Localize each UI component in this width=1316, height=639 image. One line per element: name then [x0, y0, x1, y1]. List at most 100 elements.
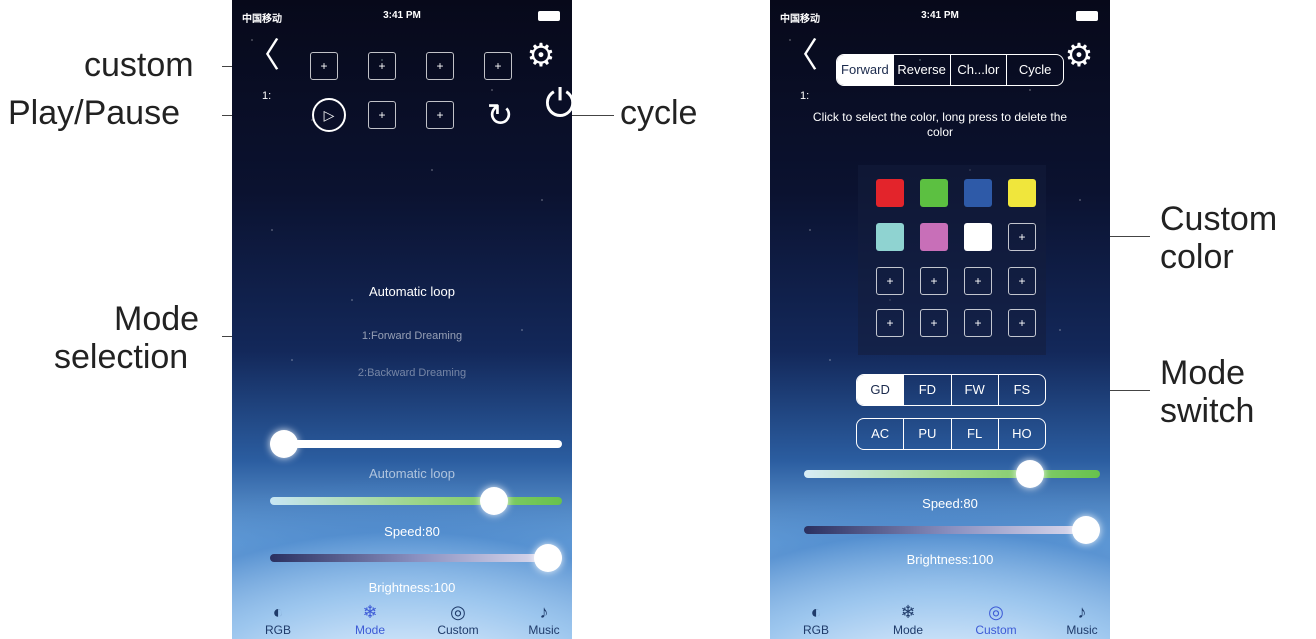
- cycle-icon[interactable]: ↻: [482, 97, 518, 133]
- callout-mode-selection-2: selection: [54, 338, 189, 376]
- mode-pu-button[interactable]: PU: [904, 419, 952, 449]
- color-swatch-blue[interactable]: [964, 179, 992, 207]
- mode-ac-button[interactable]: AC: [857, 419, 905, 449]
- tab-bar: ◐ RGB ❄ Mode ◎ Custom ♪ Music: [232, 595, 572, 639]
- tab-music[interactable]: ♪ Music: [514, 601, 572, 637]
- tab-mode-label: Mode: [354, 623, 386, 637]
- tab-custom[interactable]: ◎ Custom: [428, 601, 488, 637]
- tab-music[interactable]: ♪ Music: [1052, 601, 1110, 637]
- mode-fd-button[interactable]: FD: [904, 375, 952, 405]
- battery-icon: [538, 11, 560, 21]
- status-time: 3:41 PM: [383, 10, 421, 21]
- tab-change-color[interactable]: Ch...lor: [951, 55, 1008, 85]
- snowflake-icon: ❄: [900, 602, 916, 622]
- add-color-slot[interactable]: +: [964, 309, 992, 337]
- brightness-label: Brightness:100: [368, 580, 456, 595]
- callout-custom-color-2: color: [1160, 238, 1234, 276]
- color-hint-text: Click to select the color, long press to…: [812, 110, 1068, 139]
- custom-slot-6[interactable]: +: [426, 101, 454, 129]
- tab-forward[interactable]: Forward: [837, 55, 894, 85]
- add-color-slot[interactable]: +: [876, 309, 904, 337]
- callout-mode-switch-1: Mode: [1160, 354, 1246, 392]
- add-color-slot[interactable]: +: [1008, 267, 1036, 295]
- mode-fl-button[interactable]: FL: [952, 419, 999, 449]
- custom-icon: ◎: [450, 602, 466, 622]
- direction-segmented-control: Forward Reverse Ch...lor Cycle: [836, 54, 1064, 86]
- callout-mode-selection-1: Mode: [114, 300, 200, 338]
- custom-icon: ◎: [988, 602, 1004, 622]
- tab-custom-label: Custom: [437, 623, 479, 637]
- settings-gear-icon[interactable]: ⚙: [524, 38, 558, 72]
- settings-gear-icon[interactable]: ⚙: [1062, 38, 1096, 72]
- callout-mode-switch-2: switch: [1160, 392, 1255, 430]
- mode-ho-button[interactable]: HO: [999, 419, 1045, 449]
- mode-switch-row-2: AC PU FL HO: [856, 418, 1046, 450]
- custom-slot-2[interactable]: +: [368, 52, 396, 80]
- color-swatch-white[interactable]: [964, 223, 992, 251]
- mode-fs-button[interactable]: FS: [999, 375, 1045, 405]
- color-swatch-magenta[interactable]: [920, 223, 948, 251]
- status-bar: 中国移动 3:41 PM: [232, 8, 572, 25]
- tab-rgb[interactable]: ◐ RGB: [248, 601, 308, 637]
- star-background: [232, 0, 572, 639]
- tab-music-label: Music: [528, 623, 560, 637]
- battery-icon: [1076, 11, 1098, 21]
- loop-slider-track[interactable]: [270, 440, 562, 448]
- tab-custom-label: Custom: [975, 623, 1017, 637]
- back-button[interactable]: 〈: [784, 38, 820, 74]
- power-icon[interactable]: ⏻: [540, 84, 572, 124]
- mode-gd-button[interactable]: GD: [857, 375, 905, 405]
- speed-label: Speed:80: [384, 524, 440, 539]
- tab-mode[interactable]: ❄ Mode: [340, 601, 400, 637]
- callout-custom-color-1: Custom: [1160, 200, 1278, 238]
- left-phone-screen: 中国移动 3:41 PM 〈 ⚙ 1: + + + + ▷ + + ↻ ⏻ Au…: [232, 0, 572, 639]
- add-color-slot[interactable]: +: [920, 267, 948, 295]
- mode-title: Automatic loop: [369, 284, 455, 299]
- tab-rgb[interactable]: ◐ RGB: [786, 601, 846, 637]
- tab-mode[interactable]: ❄ Mode: [878, 601, 938, 637]
- color-swatch-red[interactable]: [876, 179, 904, 207]
- add-color-slot[interactable]: +: [876, 267, 904, 295]
- page-counter: 1:: [800, 90, 810, 102]
- add-color-slot[interactable]: +: [1008, 309, 1036, 337]
- tab-rgb-label: RGB: [802, 623, 829, 637]
- color-swatch-green[interactable]: [920, 179, 948, 207]
- brightness-slider-knob[interactable]: [1072, 516, 1100, 544]
- snowflake-icon: ❄: [362, 602, 378, 622]
- back-button[interactable]: 〈: [246, 38, 282, 74]
- callout-cycle: cycle: [620, 94, 698, 132]
- instruction-figure: custom Play/Pause cycle Mode selection C…: [0, 0, 1316, 639]
- add-color-slot[interactable]: +: [920, 309, 948, 337]
- custom-slot-1[interactable]: +: [310, 52, 338, 80]
- custom-slot-4[interactable]: +: [484, 52, 512, 80]
- tab-reverse[interactable]: Reverse: [894, 55, 951, 85]
- rgb-icon: ◐: [810, 602, 822, 622]
- speed-label: Speed:80: [922, 496, 978, 511]
- status-time: 3:41 PM: [921, 10, 959, 21]
- add-color-slot[interactable]: +: [1008, 223, 1036, 251]
- mode-option-1[interactable]: 1:Forward Dreaming: [252, 330, 572, 342]
- music-note-icon: ♪: [1077, 602, 1087, 622]
- speed-slider-knob[interactable]: [1016, 460, 1044, 488]
- color-swatch-cyan[interactable]: [876, 223, 904, 251]
- speed-slider-track[interactable]: [804, 470, 1100, 478]
- loop-slider-knob[interactable]: [270, 430, 298, 458]
- tab-bar: ◐ RGB ❄ Mode ◎ Custom ♪ Music: [770, 595, 1110, 639]
- brightness-slider-knob[interactable]: [534, 544, 562, 572]
- mode-fw-button[interactable]: FW: [952, 375, 999, 405]
- speed-slider-knob[interactable]: [480, 487, 508, 515]
- add-color-slot[interactable]: +: [964, 267, 992, 295]
- brightness-slider-track[interactable]: [804, 526, 1100, 534]
- tab-custom[interactable]: ◎ Custom: [966, 601, 1026, 637]
- page-counter: 1:: [262, 90, 272, 102]
- custom-slot-3[interactable]: +: [426, 52, 454, 80]
- callout-play-pause: Play/Pause: [8, 94, 180, 132]
- music-note-icon: ♪: [539, 602, 549, 622]
- color-swatch-yellow[interactable]: [1008, 179, 1036, 207]
- brightness-slider-track[interactable]: [270, 554, 562, 562]
- custom-slot-5[interactable]: +: [368, 101, 396, 129]
- mode-option-2[interactable]: 2:Backward Dreaming: [252, 367, 572, 379]
- play-pause-button[interactable]: ▷: [312, 98, 346, 132]
- speed-slider-track[interactable]: [270, 497, 562, 505]
- tab-cycle[interactable]: Cycle: [1007, 55, 1063, 85]
